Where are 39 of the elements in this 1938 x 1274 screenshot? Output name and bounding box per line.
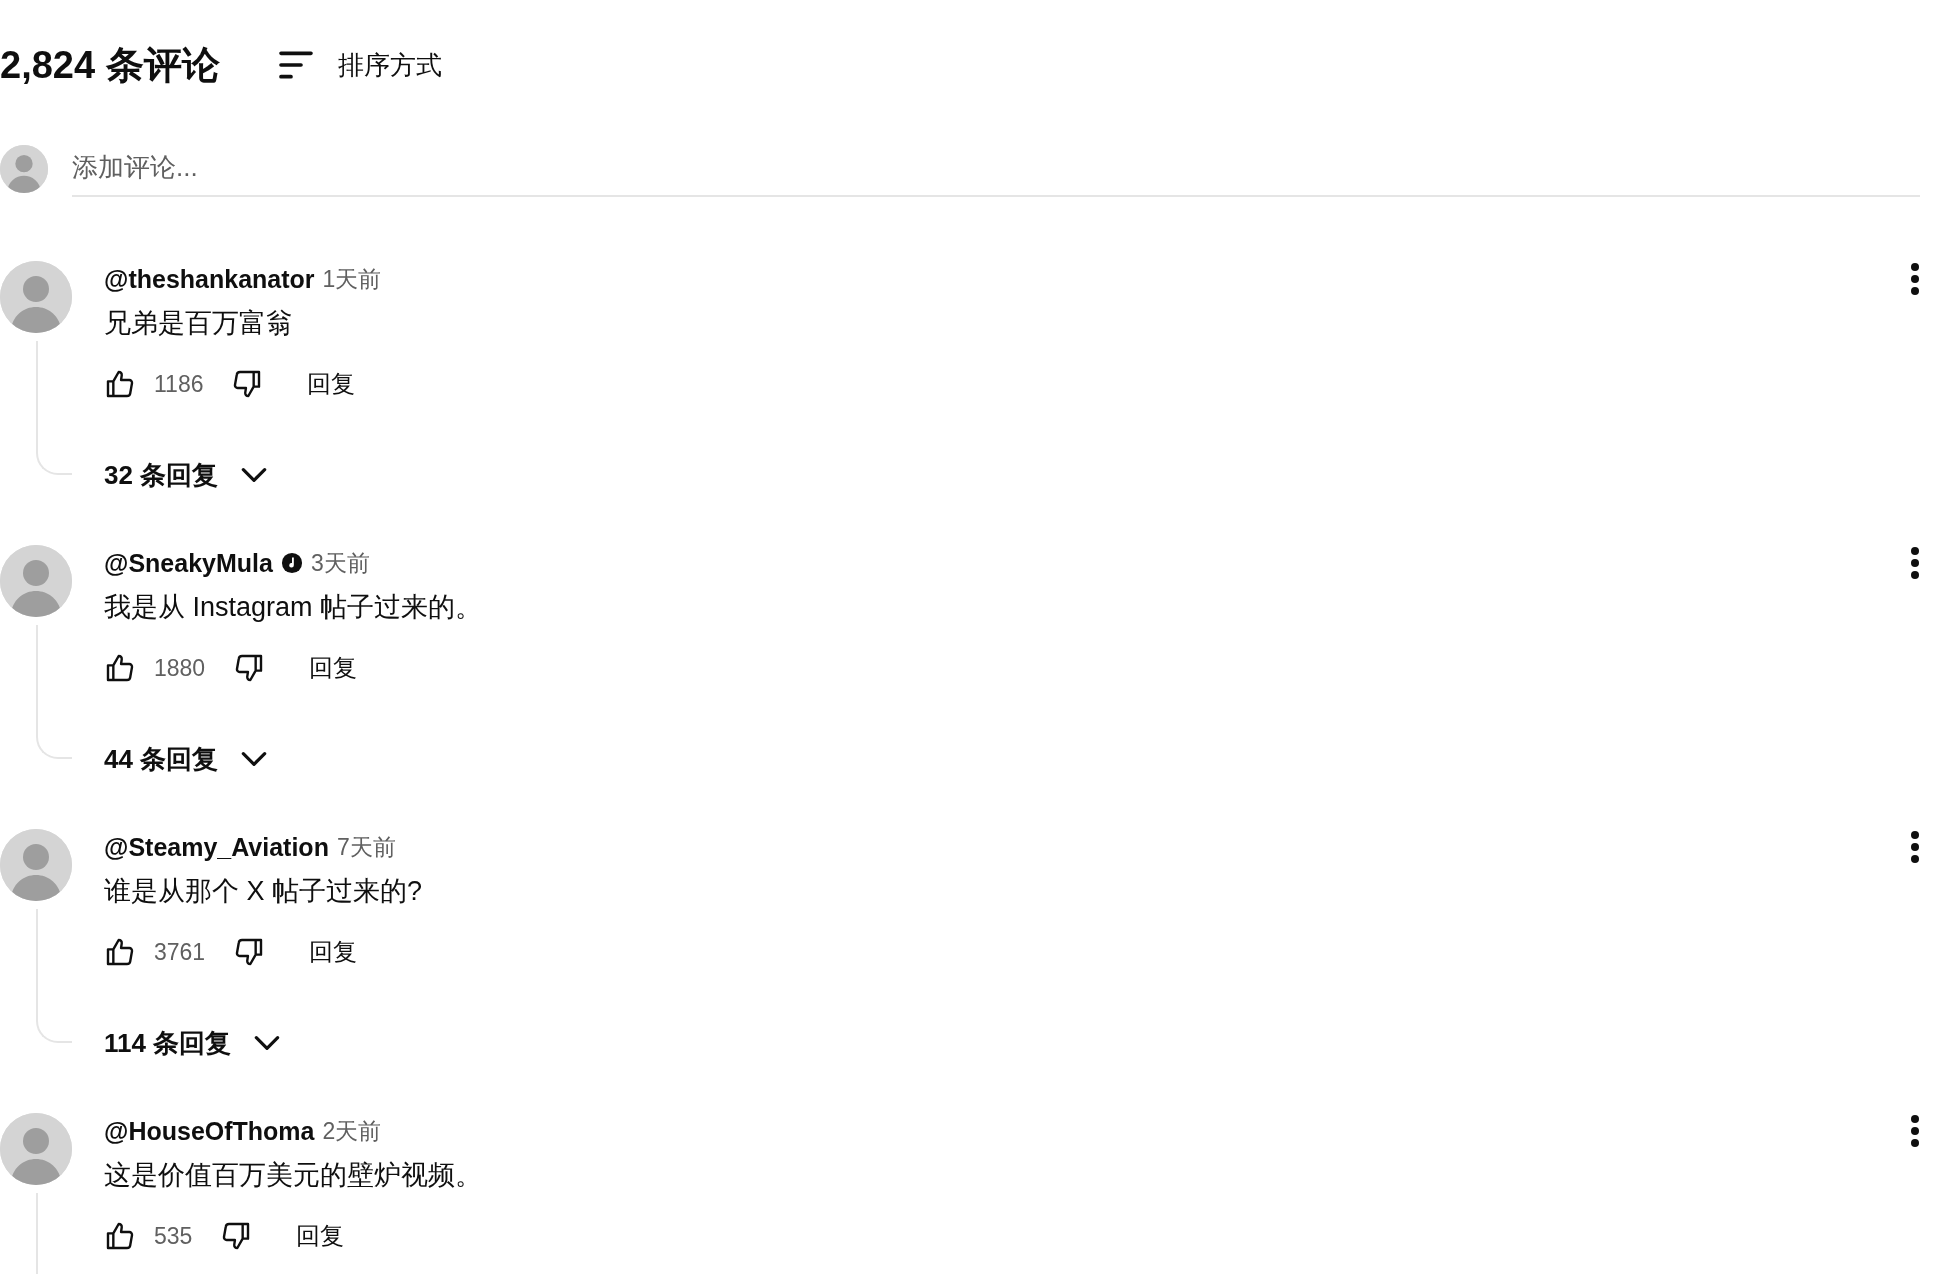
show-replies-button[interactable]: 32 条回复	[104, 451, 271, 499]
like-button[interactable]	[104, 652, 136, 684]
like-count: 3761	[154, 937, 206, 967]
more-options-button[interactable]	[1910, 261, 1920, 297]
more-options-button[interactable]	[1910, 829, 1920, 865]
like-count: 535	[154, 1221, 193, 1251]
sort-button[interactable]: 排序方式	[275, 45, 442, 85]
like-button[interactable]	[104, 368, 136, 400]
comment-text: 我是从 Instagram 帖子过来的。	[104, 591, 484, 624]
more-options-button[interactable]	[1910, 1113, 1920, 1149]
like-count: 1186	[154, 369, 204, 399]
like-button[interactable]	[104, 1220, 136, 1252]
reply-button[interactable]: 回复	[309, 934, 358, 970]
comment-input[interactable]: 添加评论...	[72, 140, 1920, 197]
username[interactable]: @HouseOfThoma	[104, 1113, 315, 1149]
timestamp: 3天前	[310, 549, 370, 578]
show-replies-button[interactable]: 114 条回复	[104, 1019, 284, 1067]
more-options-button[interactable]	[1910, 545, 1920, 581]
comment-text: 谁是从那个 X 帖子过来的?	[104, 875, 424, 908]
reply-button[interactable]: 回复	[309, 650, 358, 686]
show-replies-button[interactable]: 44 条回复	[104, 735, 271, 783]
user-avatar	[0, 144, 48, 193]
timestamp: 7天前	[336, 833, 396, 862]
like-button[interactable]	[104, 936, 136, 968]
timestamp: 2天前	[322, 1117, 382, 1146]
thumbs-up-icon	[104, 652, 136, 684]
thumbs-up-icon	[104, 936, 136, 968]
username[interactable]: @Steamy_Aviation	[104, 829, 329, 865]
timestamp: 1天前	[322, 265, 382, 294]
thumbs-up-icon	[104, 1220, 136, 1252]
comment-text: 这是价值百万美元的壁炉视频。	[104, 1159, 483, 1192]
username[interactable]: @SneakyMula	[104, 545, 273, 581]
like-count: 1880	[154, 653, 206, 683]
reply-button[interactable]: 回复	[296, 1218, 345, 1254]
username[interactable]: @theshankanator	[104, 261, 315, 297]
comment-count-title: 2,824 条评论	[0, 43, 220, 88]
thumbs-up-icon	[104, 368, 136, 400]
reply-button[interactable]: 回复	[307, 366, 356, 402]
comment-text: 兄弟是百万富翁	[104, 307, 294, 340]
